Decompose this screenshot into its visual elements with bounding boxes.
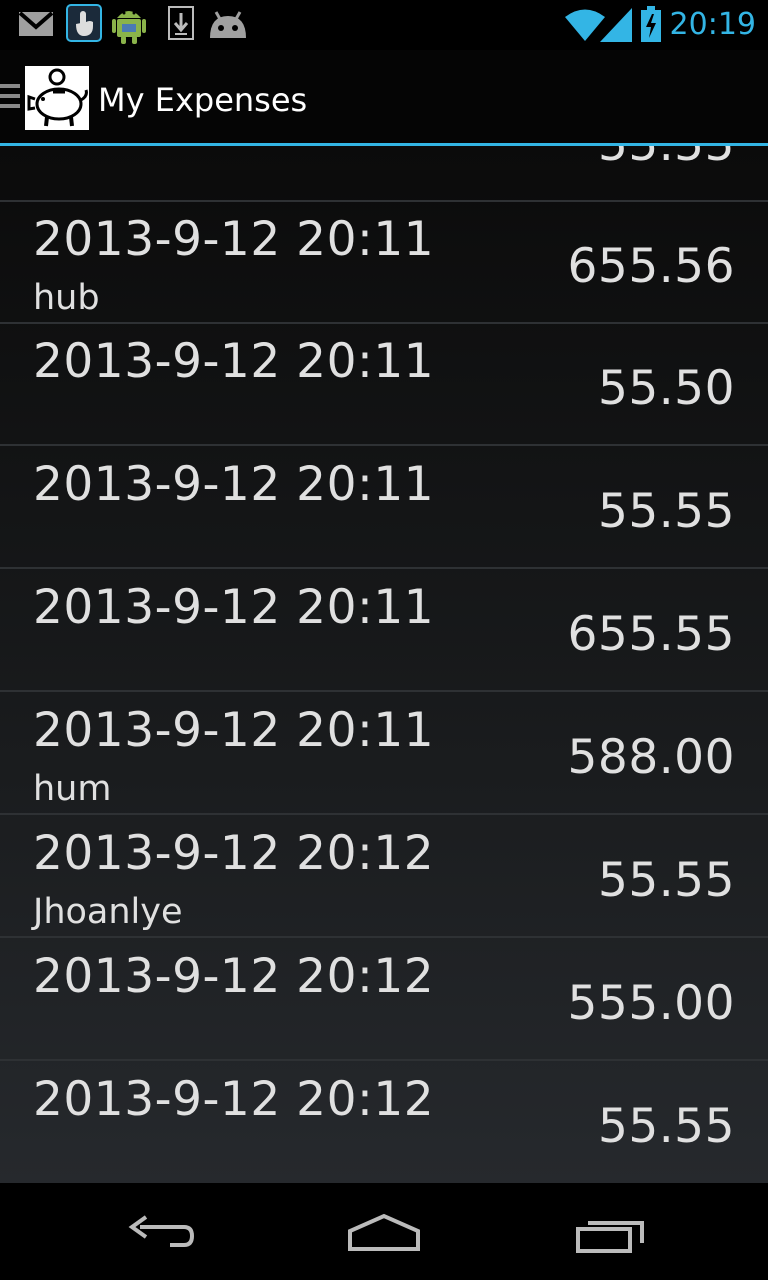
drawer-indicator-icon[interactable] (0, 84, 20, 116)
recent-apps-icon (560, 1221, 660, 1267)
expense-date: 2013-9-12 20:11 (33, 703, 435, 758)
expense-note: hum (33, 769, 112, 809)
android-icon (112, 4, 146, 48)
expense-date: 2013-9-12 20:11 (33, 212, 435, 267)
screen: 20:19 My Expenses 55.55 2013-9-12 20:11 … (0, 0, 768, 1280)
page-title: My Expenses (98, 81, 308, 119)
gmail-icon (18, 8, 54, 44)
expense-amount: 555.00 (567, 976, 735, 1031)
list-item[interactable]: 2013-9-12 20:11 hub 655.56 (0, 202, 768, 324)
expense-note: hub (33, 278, 100, 318)
list-item[interactable]: 55.55 (0, 146, 768, 202)
expense-date: 2013-9-12 20:12 (33, 826, 435, 881)
list-item[interactable]: 2013-9-12 20:12 Jhoanlye 55.55 (0, 816, 768, 938)
home-icon (334, 1213, 434, 1267)
back-button[interactable] (110, 1203, 210, 1263)
expense-amount: 55.50 (597, 361, 735, 416)
expense-date: 2013-9-12 20:11 (33, 457, 435, 512)
expense-amount: 55.55 (597, 853, 735, 908)
status-bar: 20:19 (0, 0, 768, 50)
list-item[interactable]: 2013-9-12 20:11 55.55 (0, 447, 768, 569)
list-item[interactable]: 2013-9-12 20:11 655.55 (0, 570, 768, 692)
expense-list[interactable]: 55.55 2013-9-12 20:11 hub 655.56 2013-9-… (0, 146, 768, 1183)
expense-amount: 655.56 (567, 239, 735, 294)
expense-note: Jhoanlye (33, 892, 183, 932)
expense-date: 2013-9-12 20:12 (33, 949, 435, 1004)
android-head-icon (208, 10, 248, 44)
list-item[interactable]: 2013-9-12 20:11 hum 588.00 (0, 693, 768, 815)
expense-date: 2013-9-12 20:11 (33, 334, 435, 389)
navigation-bar (0, 1183, 768, 1280)
expense-date: 2013-9-12 20:11 (33, 580, 435, 635)
back-icon (110, 1215, 210, 1267)
expense-date: 2013-9-12 20:12 (33, 1072, 435, 1127)
expense-amount: 55.55 (597, 484, 735, 539)
expense-amount: 55.55 (598, 146, 735, 173)
recent-apps-button[interactable] (560, 1203, 660, 1263)
list-item[interactable]: 2013-9-12 20:12 55.55 (0, 1062, 768, 1183)
expense-amount: 655.55 (567, 607, 735, 662)
list-item[interactable]: 2013-9-12 20:11 55.50 (0, 324, 768, 446)
piggy-bank-icon[interactable] (25, 66, 89, 130)
touch-icon (66, 4, 102, 46)
battery-icon (640, 6, 662, 46)
list-item[interactable]: 2013-9-12 20:12 555.00 (0, 939, 768, 1061)
home-button[interactable] (334, 1203, 434, 1263)
download-icon (168, 6, 194, 44)
signal-icon (600, 8, 632, 46)
clock: 20:19 (669, 7, 756, 42)
expense-amount: 588.00 (567, 730, 735, 785)
expense-amount: 55.55 (597, 1099, 735, 1154)
